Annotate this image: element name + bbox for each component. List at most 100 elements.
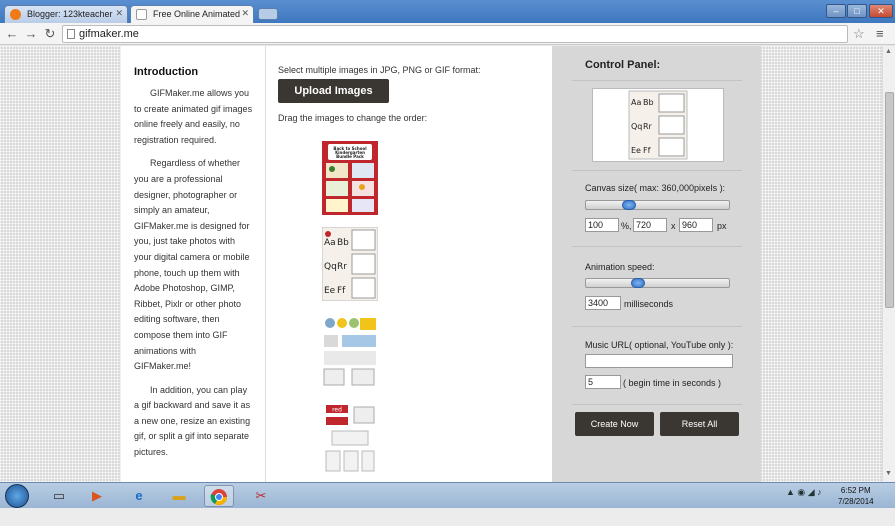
reload-icon[interactable]: ↻ [42, 26, 58, 42]
svg-text:Bb: Bb [337, 238, 349, 248]
animation-speed-label: Animation speed: [585, 262, 655, 272]
tab-blogger[interactable]: Blogger: 123kteacher blo ✕ [4, 5, 128, 23]
clock[interactable]: 6:52 PM 7/28/2014 [838, 485, 874, 507]
create-now-button[interactable]: Create Now [575, 412, 654, 436]
bundle-pack-cover-image: Back to School Kindergarten Bundle Pack [322, 141, 378, 215]
panel-divider [572, 80, 742, 81]
slider-handle[interactable] [631, 278, 645, 288]
begin-time-label: ( begin time in seconds ) [623, 378, 722, 388]
chrome-icon[interactable] [204, 485, 234, 507]
page-container: Introduction GIFMaker.me allows you to c… [121, 46, 761, 482]
svg-text:Ff: Ff [337, 286, 346, 296]
px-unit: px [717, 221, 727, 231]
svg-text:Aa: Aa [631, 98, 641, 107]
times-sign: x [671, 221, 676, 231]
column-divider [265, 46, 266, 482]
image-thumbnail[interactable] [322, 315, 378, 392]
preview-image: Aa Bb Qq Rr Ee Ff [628, 90, 688, 160]
chrome-menu-icon[interactable]: ≡ [876, 26, 884, 41]
scrollbar-thumb[interactable] [885, 92, 894, 308]
upload-section: Select multiple images in JPG, PNG or GI… [278, 65, 548, 477]
blogger-icon [10, 9, 21, 20]
reorder-hint: Drag the images to change the order: [278, 113, 428, 123]
reset-all-button[interactable]: Reset All [660, 412, 739, 436]
windows-taskbar: ▭ ▶ e ▬ ✂ ▲ ◉ ◢ ♪ 6:52 PM 7/28/2014 [0, 482, 895, 508]
milliseconds-label: milliseconds [624, 299, 674, 309]
chrome-logo-icon [210, 489, 227, 505]
explorer-window-icon[interactable]: ▭ [44, 485, 74, 507]
select-images-hint: Select multiple images in JPG, PNG or GI… [278, 65, 481, 75]
panel-divider [572, 170, 742, 171]
scroll-down-icon[interactable]: ▼ [885, 470, 892, 477]
svg-text:Ff: Ff [643, 146, 651, 155]
introduction-section: Introduction GIFMaker.me allows you to c… [134, 66, 254, 469]
internet-explorer-icon[interactable]: e [124, 485, 154, 507]
svg-text:Qq: Qq [631, 122, 642, 131]
panel-divider [572, 246, 742, 247]
music-url-label: Music URL( optional, YouTube only ): [585, 340, 734, 350]
svg-text:Rr: Rr [337, 262, 347, 272]
back-icon[interactable]: ← [4, 26, 20, 42]
page-icon [136, 9, 147, 20]
gif-preview: Aa Bb Qq Rr Ee Ff [592, 88, 724, 162]
bookmark-star-icon[interactable]: ☆ [853, 26, 865, 42]
svg-text:Qq: Qq [324, 262, 337, 272]
intro-paragraph-1: GIFMaker.me allows you to create animate… [134, 88, 253, 145]
vertical-scrollbar[interactable]: ▲ ▼ [882, 46, 895, 482]
introduction-heading: Introduction [134, 66, 199, 78]
close-tab-icon[interactable]: ✕ [241, 8, 249, 19]
begin-time-input[interactable]: 5 [585, 375, 621, 389]
forward-icon[interactable]: → [23, 26, 39, 42]
canvas-height-input[interactable]: 960 [679, 218, 713, 232]
page-viewport: Introduction GIFMaker.me allows you to c… [0, 46, 882, 482]
snipping-tool-icon[interactable]: ✂ [246, 485, 276, 507]
svg-text:Ee: Ee [631, 146, 641, 155]
canvas-width-input[interactable]: 720 [633, 218, 667, 232]
start-button[interactable] [5, 484, 29, 508]
new-tab-button[interactable] [258, 8, 278, 20]
tab-gifmaker[interactable]: Free Online Animated GIF ✕ [130, 5, 254, 23]
url-text[interactable]: gifmaker.me [79, 28, 139, 40]
image-thumbnail[interactable]: red [322, 403, 378, 480]
control-panel: Control Panel: Aa Bb Qq Rr Ee Ff Canvas siz… [552, 46, 761, 482]
clock-date: 7/28/2014 [838, 497, 874, 506]
tab-title: Free Online Animated GIF [153, 9, 241, 19]
canvas-percent-input[interactable]: 100 [585, 218, 619, 232]
intro-paragraph-2: Regardless of whether you are a professi… [134, 158, 250, 372]
alphabet-cards-image: Aa Bb Qq Rr Ee Ff [321, 226, 379, 302]
svg-text:Bb: Bb [643, 98, 654, 107]
browser-toolbar: ← → ↻ gifmaker.me ☆ ≡ [0, 23, 895, 45]
file-explorer-icon[interactable]: ▬ [164, 485, 194, 507]
desktop-strip [0, 508, 895, 526]
canvas-size-slider[interactable] [585, 200, 730, 210]
minimize-button[interactable]: ‒ [826, 4, 846, 18]
system-tray-icons[interactable]: ▲ ◉ ◢ ♪ [786, 487, 822, 498]
owl-worksheet-image [322, 315, 378, 389]
page-icon [67, 29, 75, 39]
image-thumbnail[interactable]: Back to School Kindergarten Bundle Pack [322, 141, 378, 218]
panel-divider [572, 404, 742, 405]
scroll-up-icon[interactable]: ▲ [885, 48, 892, 55]
upload-images-button[interactable]: Upload Images [278, 79, 389, 103]
color-words-image: red [322, 403, 378, 477]
media-player-icon[interactable]: ▶ [82, 485, 112, 507]
slider-handle[interactable] [622, 200, 636, 210]
panel-divider [572, 326, 742, 327]
svg-text:Ee: Ee [324, 286, 336, 296]
address-bar[interactable]: gifmaker.me [62, 25, 848, 43]
percent-unit: %, [621, 221, 632, 231]
animation-speed-slider[interactable] [585, 278, 730, 288]
clock-time: 6:52 PM [840, 486, 871, 495]
browser-titlebar: Blogger: 123kteacher blo ✕ Free Online A… [0, 0, 895, 23]
svg-text:Rr: Rr [643, 122, 653, 131]
music-url-input[interactable] [585, 354, 733, 368]
thumbnail-caption: red [332, 407, 342, 414]
intro-paragraph-3: In addition, you can play a gif backward… [134, 384, 251, 458]
close-window-button[interactable]: ✕ [869, 4, 893, 18]
svg-text:Aa: Aa [324, 238, 336, 248]
image-thumbnail[interactable]: Aa Bb Qq Rr Ee Ff [321, 226, 379, 304]
close-tab-icon[interactable]: ✕ [115, 8, 123, 19]
maximize-button[interactable]: □ [847, 4, 867, 18]
speed-input[interactable]: 3400 [585, 296, 621, 310]
canvas-size-label: Canvas size( max: 360,000pixels ): [585, 183, 726, 193]
